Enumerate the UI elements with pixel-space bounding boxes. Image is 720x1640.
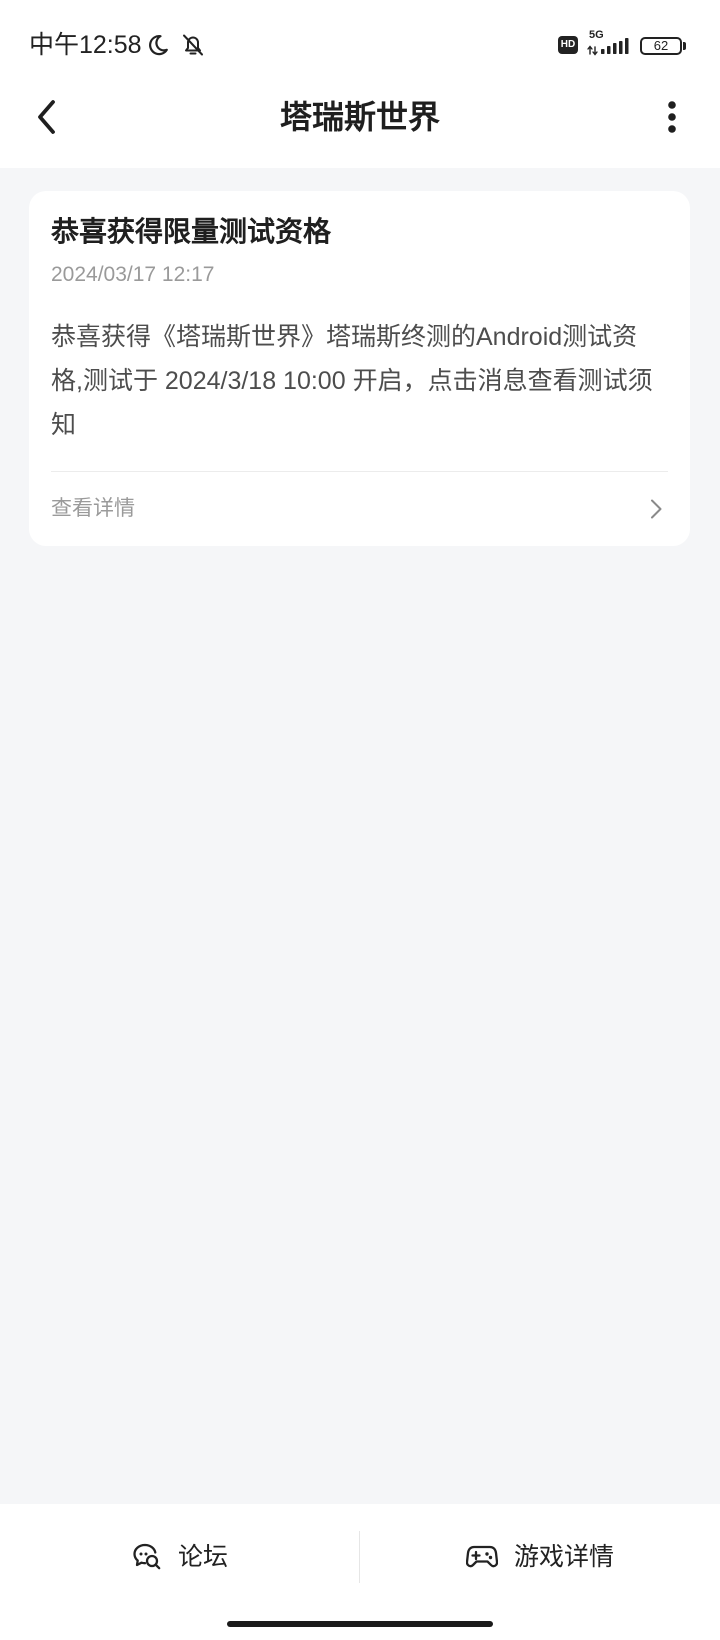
signal-icon: 5G — [586, 28, 634, 58]
home-indicator[interactable] — [227, 1621, 493, 1627]
game-details-button[interactable]: 游戏详情 — [360, 1504, 720, 1610]
gamepad-icon — [465, 1544, 498, 1570]
message-card[interactable]: 恭喜获得限量测试资格 2024/03/17 12:17 恭喜获得《塔瑞斯世界》塔… — [29, 191, 690, 546]
forum-label: 论坛 — [177, 1543, 228, 1571]
app-header: 塔瑞斯世界 — [0, 84, 720, 168]
bell-off-icon — [180, 32, 206, 63]
battery-icon: 62 — [640, 37, 682, 55]
view-details-link[interactable]: 查看详情 — [51, 471, 668, 546]
chevron-right-icon — [649, 498, 668, 520]
message-title: 恭喜获得限量测试资格 — [51, 216, 332, 247]
battery-level: 62 — [653, 38, 669, 53]
more-button[interactable] — [652, 92, 692, 142]
message-date: 2024/03/17 12:17 — [51, 263, 215, 286]
battery-nub — [683, 42, 686, 50]
status-time: 中午12:58 — [29, 31, 142, 59]
message-body: 恭喜获得《塔瑞斯世界》塔瑞斯终测的Android测试资格,测试于 2024/3/… — [51, 323, 653, 439]
bottom-bar: 论坛 游戏详情 — [0, 1504, 720, 1640]
view-details-label: 查看详情 — [51, 497, 135, 520]
back-button[interactable] — [22, 92, 72, 142]
status-bar: 中午12:58 HD 5G 62 — [0, 0, 720, 84]
more-vertical-icon — [666, 101, 678, 133]
back-arrow-icon — [35, 99, 59, 135]
hd-badge: HD — [558, 36, 578, 54]
game-details-label: 游戏详情 — [513, 1543, 614, 1571]
forum-button[interactable]: 论坛 — [0, 1504, 360, 1610]
message-list: 恭喜获得限量测试资格 2024/03/17 12:17 恭喜获得《塔瑞斯世界》塔… — [0, 168, 720, 1504]
forum-chat-icon — [132, 1542, 162, 1572]
page-title: 塔瑞斯世界 — [279, 99, 440, 135]
moon-icon — [146, 33, 170, 62]
